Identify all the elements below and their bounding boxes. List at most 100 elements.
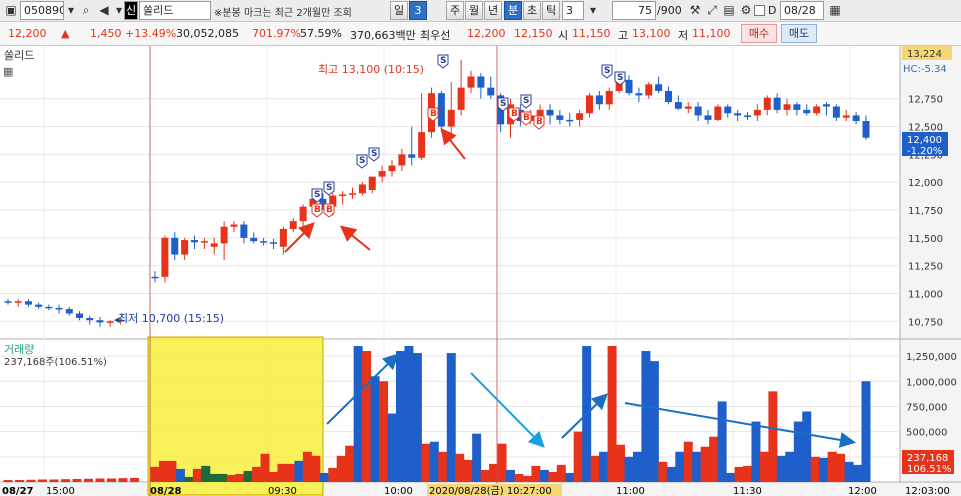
candle-body xyxy=(14,301,22,303)
volume-bar xyxy=(522,475,532,482)
low-annotation: 최저 10,700 (15:15) xyxy=(118,312,224,325)
volume-bar xyxy=(675,451,685,482)
search-icon[interactable]: ⌕ xyxy=(77,2,95,19)
period-day-count-button[interactable]: 3 xyxy=(409,1,427,20)
candle-body xyxy=(744,115,751,117)
price-tick-label: 11,500 xyxy=(908,234,943,245)
drawing-icon[interactable]: ⤢ xyxy=(703,2,721,19)
volume-bar xyxy=(277,463,287,482)
current-price: 12,200 xyxy=(8,27,47,40)
window-icon[interactable]: ▣ xyxy=(2,2,20,19)
candle-body xyxy=(783,104,791,110)
volume-bar xyxy=(209,473,219,482)
candle-body xyxy=(260,241,268,243)
volume-bar xyxy=(192,468,202,482)
gear-icon[interactable]: ⚙ xyxy=(737,2,755,19)
candle-body xyxy=(674,102,682,109)
stock-code-input[interactable]: 050890 xyxy=(20,1,64,20)
x-label-0827: 08/27 xyxy=(2,486,34,496)
volume-bar xyxy=(683,441,693,482)
volume: 30,052,085 xyxy=(176,27,239,40)
volume-bar xyxy=(95,478,105,482)
buy-button[interactable]: 매수 xyxy=(741,24,777,43)
volume-bar xyxy=(84,478,93,482)
indicator-icon[interactable]: ⚒ xyxy=(686,2,704,19)
count-input[interactable]: 75 xyxy=(612,1,656,20)
candle-body xyxy=(4,301,12,303)
candle-body xyxy=(76,313,83,318)
volume-bar xyxy=(302,451,312,482)
period-minute-button[interactable]: 분 xyxy=(504,1,522,20)
interval-dropdown-icon[interactable]: ▾ xyxy=(584,2,602,19)
volume-bar xyxy=(345,445,355,482)
volume-bar xyxy=(844,461,854,482)
date-checkbox[interactable] xyxy=(754,5,765,16)
volume-bar xyxy=(455,453,465,482)
volume-bar xyxy=(480,469,490,482)
buy-marker-label: B xyxy=(314,205,321,215)
calendar-icon[interactable]: ▦ xyxy=(826,2,844,19)
x-label-1130: 11:30 xyxy=(733,486,762,496)
price-panel-title: 쏠리드 xyxy=(4,49,34,62)
date-input[interactable]: 08/28 xyxy=(780,1,824,20)
candle-body xyxy=(665,90,672,103)
candle-body xyxy=(753,109,761,116)
candle-body xyxy=(368,176,376,190)
candle-body xyxy=(250,237,258,242)
volume-current-tag-text: 237,168 xyxy=(907,453,948,464)
volume-bar xyxy=(472,433,482,482)
volume-bar xyxy=(150,466,160,482)
buy-marker-label: B xyxy=(511,109,518,119)
candle-body xyxy=(556,115,564,120)
candle-body xyxy=(536,109,544,116)
candle-body xyxy=(408,154,416,158)
candle-body xyxy=(35,304,43,307)
volume-bar xyxy=(167,460,177,482)
volume-bar xyxy=(130,477,139,482)
top-price-tag-text: 13,224 xyxy=(907,49,942,60)
period-week-button[interactable]: 주 xyxy=(446,1,464,20)
volume-bar xyxy=(632,451,642,482)
volume-bar xyxy=(548,471,558,482)
candle-body xyxy=(106,321,114,323)
volume-bar xyxy=(590,455,600,482)
interval-input[interactable]: 3 xyxy=(562,1,584,20)
volume-bar xyxy=(3,479,13,482)
period-month-button[interactable]: 월 xyxy=(465,1,483,20)
volume-bar xyxy=(328,467,338,482)
low-label: 저 xyxy=(678,29,689,42)
period-day-button[interactable]: 일 xyxy=(390,1,408,20)
volume-bar xyxy=(616,444,626,482)
high-label: 고 xyxy=(618,29,629,42)
candle-body xyxy=(566,119,574,122)
price-tick-label: 12,750 xyxy=(908,95,943,106)
candle-body xyxy=(388,165,396,172)
candle-body xyxy=(457,87,465,110)
candle-body xyxy=(842,115,850,118)
volume-bar xyxy=(336,455,346,482)
period-year-button[interactable]: 년 xyxy=(484,1,502,20)
chart-area[interactable]: 쏠리드 ▦ 거래량 237,168주(106.51%) 최고 13,100 (1… xyxy=(0,46,961,496)
x-label-1500: 15:00 xyxy=(46,486,75,496)
open-price: 11,150 xyxy=(572,27,611,40)
candle-body xyxy=(240,224,248,238)
candle-body xyxy=(220,226,228,244)
grid-icon[interactable]: ▦ xyxy=(3,65,13,78)
volume-bar xyxy=(726,472,736,482)
volume-bar xyxy=(793,421,803,482)
sell-button[interactable]: 매도 xyxy=(781,24,817,43)
stock-name-field[interactable]: 쏠리드 xyxy=(139,1,211,20)
candle-body xyxy=(339,194,347,196)
volume-bar xyxy=(404,346,414,482)
save-icon[interactable]: ▤ xyxy=(720,2,738,19)
candle-body xyxy=(467,76,475,88)
period-tick-button[interactable]: 틱 xyxy=(542,1,560,20)
volume-bar xyxy=(802,411,812,482)
x-label-0828: 08/28 xyxy=(150,486,182,496)
volume-bar xyxy=(743,465,752,482)
volume-bar xyxy=(810,456,820,482)
price-tick-label: 10,750 xyxy=(908,317,943,328)
period-second-button[interactable]: 초 xyxy=(523,1,541,20)
volume-tick-label: 500,000 xyxy=(906,428,947,439)
current-pct-tag-text: -1.20% xyxy=(907,146,942,157)
